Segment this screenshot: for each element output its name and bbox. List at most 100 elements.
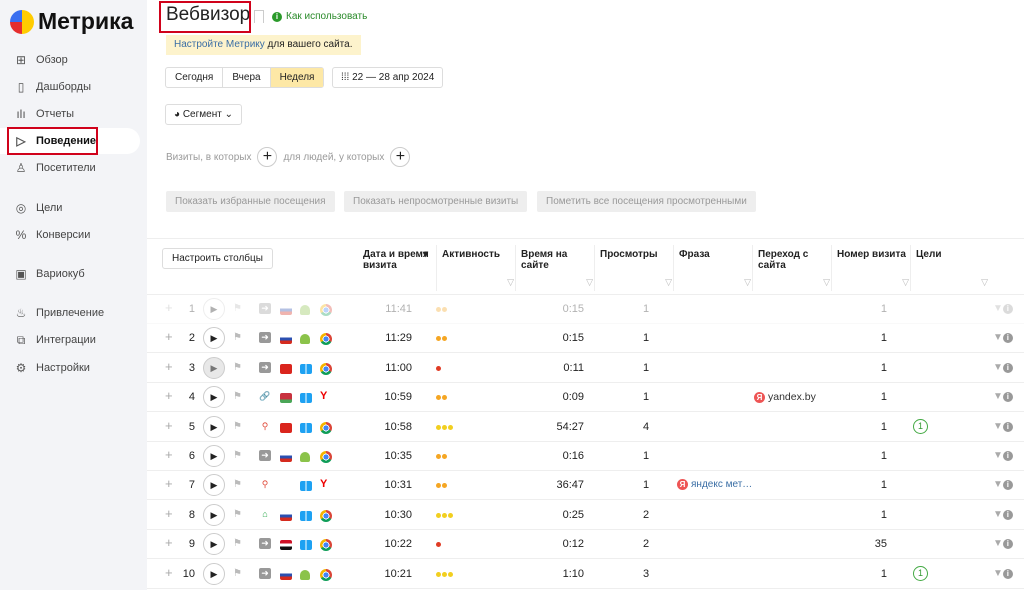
info-icon[interactable]: i (1002, 333, 1013, 344)
column-header[interactable]: Просмотры ▽ (600, 249, 672, 287)
goals-badge[interactable]: 1 (913, 565, 928, 581)
play-recording-button[interactable]: ▶ (203, 503, 225, 526)
sidebar-item[interactable]: % Конверсии (0, 222, 140, 248)
column-header[interactable]: Активность ▽ (442, 249, 514, 287)
table-row[interactable]: +8 ▶ ⚑ ⌂ 10:30 0:25 2 1 ▼ i (147, 501, 1024, 530)
info-icon[interactable]: i (1002, 392, 1013, 403)
play-recording-button[interactable]: ▶ (203, 562, 225, 585)
sidebar-item[interactable]: ♨ Привлечение (0, 300, 140, 326)
column-header[interactable]: Время на сайте ▽ (521, 249, 593, 287)
sidebar-item[interactable]: ılı Отчеты (0, 101, 140, 127)
flag-marker-icon[interactable]: ⚑ (233, 568, 242, 579)
goals-badge[interactable]: 1 (913, 418, 928, 434)
period-yesterday[interactable]: Вчера (223, 68, 271, 87)
expand-plus-icon[interactable]: + (165, 535, 173, 550)
expand-plus-icon[interactable]: + (165, 476, 173, 491)
bookmark-icon[interactable] (254, 10, 264, 23)
expand-plus-icon[interactable]: + (165, 447, 173, 462)
filter-icon[interactable]: ▽ (507, 277, 514, 288)
filter-icon[interactable]: ▽ (981, 277, 988, 288)
sidebar-item[interactable]: ⊞ Обзор (0, 47, 140, 73)
filter-icon[interactable]: ▼ (993, 421, 1003, 432)
table-row[interactable]: +5 ▶ ⚑ ⚲ 10:58 54:27 4 1 1 ▼ i (147, 413, 1024, 442)
play-recording-button[interactable]: ▶ (203, 474, 225, 497)
table-row[interactable]: +4 ▶ ⚑ 🔗 Y 10:59 0:09 1 Яyandex.by 1 ▼ i (147, 383, 1024, 413)
table-row[interactable]: +9 ▶ ⚑ ➜ 10:22 0:12 2 35 ▼ i (147, 530, 1024, 560)
show-favorites-button[interactable]: Показать избранные посещения (166, 191, 335, 212)
expand-plus-icon[interactable]: + (165, 565, 173, 580)
info-icon[interactable]: i (1002, 568, 1013, 579)
filter-icon[interactable]: ▼ (993, 479, 1003, 490)
referrer-link[interactable]: Яyandex.by (754, 391, 816, 403)
info-icon[interactable]: i (1002, 539, 1013, 550)
column-header[interactable]: Номер визита ▽ (837, 249, 909, 287)
filter-icon[interactable]: ▽ (744, 277, 751, 288)
expand-plus-icon[interactable]: + (165, 506, 173, 521)
expand-plus-icon[interactable]: + (165, 300, 173, 315)
table-row[interactable]: +7 ▶ ⚑ ⚲ Y 10:31 36:47 1 Яяндекс мет… 1 ▼ i (147, 471, 1024, 501)
filter-icon[interactable]: ▼ (993, 568, 1003, 579)
play-recording-button[interactable]: ▶ (203, 356, 225, 379)
segment-button[interactable]: ◕ Сегмент ⌄ (165, 104, 242, 125)
column-header[interactable]: Дата и время визита ▾ (363, 249, 435, 271)
mark-all-viewed-button[interactable]: Пометить все посещения просмотренными (537, 191, 756, 212)
flag-marker-icon[interactable]: ⚑ (233, 421, 242, 432)
filter-icon[interactable]: ▽ (823, 277, 830, 288)
table-row[interactable]: +10 ▶ ⚑ ➜ 10:21 1:10 3 1 1 ▼ i (147, 560, 1024, 589)
show-unviewed-button[interactable]: Показать непросмотренные визиты (344, 191, 528, 212)
expand-plus-icon[interactable]: + (165, 418, 173, 433)
filter-icon[interactable]: ▼ (993, 538, 1003, 549)
flag-marker-icon[interactable]: ⚑ (233, 450, 242, 461)
flag-marker-icon[interactable]: ⚑ (233, 509, 242, 520)
table-row[interactable]: +1 ▶ ⚑ ➜ 11:41 0:15 1 1 ▼ i (147, 295, 1024, 324)
info-icon[interactable]: i (1002, 304, 1013, 314)
table-row[interactable]: +2 ▶ ⚑ ➜ 11:29 0:15 1 1 ▼ i (147, 324, 1024, 354)
sidebar-item[interactable]: ⧉ Интеграции (0, 327, 140, 353)
add-visit-filter-button[interactable]: + (257, 147, 278, 167)
filter-icon[interactable]: ▼ (993, 509, 1003, 520)
sidebar-item[interactable]: ⚙ Настройки (0, 355, 140, 381)
sidebar-item[interactable]: ▯ Дашборды (0, 74, 140, 100)
filter-icon[interactable]: ▼ (993, 450, 1003, 461)
search-phrase[interactable]: Яяндекс мет… (677, 479, 752, 491)
play-recording-button[interactable]: ▶ (203, 327, 225, 350)
play-recording-button[interactable]: ▶ (203, 533, 225, 556)
filter-icon[interactable]: ▼ (993, 303, 1003, 314)
filter-icon[interactable]: ▽ (902, 277, 909, 288)
flag-marker-icon[interactable]: ⚑ (233, 303, 242, 314)
sort-icon[interactable]: ▾ (423, 249, 428, 260)
filter-icon[interactable]: ▼ (993, 332, 1003, 343)
flag-marker-icon[interactable]: ⚑ (233, 391, 242, 402)
setup-link[interactable]: Настройте Метрику (174, 39, 265, 50)
info-icon[interactable]: i (1002, 451, 1013, 461)
date-range-button[interactable]: ⁞⁞⁞ 22 — 28 апр 2024 (332, 67, 444, 88)
info-icon[interactable]: i (1002, 480, 1013, 491)
flag-marker-icon[interactable]: ⚑ (233, 332, 242, 343)
configure-columns-button[interactable]: Настроить столбцы (162, 248, 273, 269)
sidebar-item[interactable]: ▣ Вариокуб (0, 261, 140, 287)
column-header[interactable]: Переход с сайта ▽ (758, 249, 830, 287)
play-recording-button[interactable]: ▶ (203, 445, 225, 467)
info-icon[interactable]: i (1002, 362, 1013, 373)
logo[interactable]: Метрика (10, 8, 133, 35)
flag-marker-icon[interactable]: ⚑ (233, 479, 242, 490)
flag-marker-icon[interactable]: ⚑ (233, 538, 242, 549)
column-header[interactable]: Фраза ▽ (679, 249, 751, 287)
play-recording-button[interactable]: ▶ (203, 415, 225, 438)
table-row[interactable]: +3 ▶ ⚑ ➜ 11:00 0:11 1 1 ▼ i (147, 354, 1024, 383)
column-header[interactable]: Цели ▽ (916, 249, 988, 287)
play-recording-button[interactable]: ▶ (203, 298, 225, 320)
flag-marker-icon[interactable]: ⚑ (233, 362, 242, 373)
info-icon[interactable]: i (1002, 509, 1013, 520)
filter-icon[interactable]: ▼ (993, 391, 1003, 402)
period-today[interactable]: Сегодня (166, 68, 224, 87)
add-people-filter-button[interactable]: + (390, 147, 411, 167)
table-row[interactable]: +6 ▶ ⚑ ➜ 10:35 0:16 1 1 ▼ i (147, 442, 1024, 471)
filter-icon[interactable]: ▽ (586, 277, 593, 288)
period-week[interactable]: Неделя (270, 68, 324, 87)
sidebar-item[interactable]: ♙ Посетители (0, 155, 140, 181)
expand-plus-icon[interactable]: + (165, 359, 173, 374)
expand-plus-icon[interactable]: + (165, 388, 173, 403)
expand-plus-icon[interactable]: + (165, 329, 173, 344)
how-to-use-link[interactable]: i Как использовать (272, 11, 367, 22)
